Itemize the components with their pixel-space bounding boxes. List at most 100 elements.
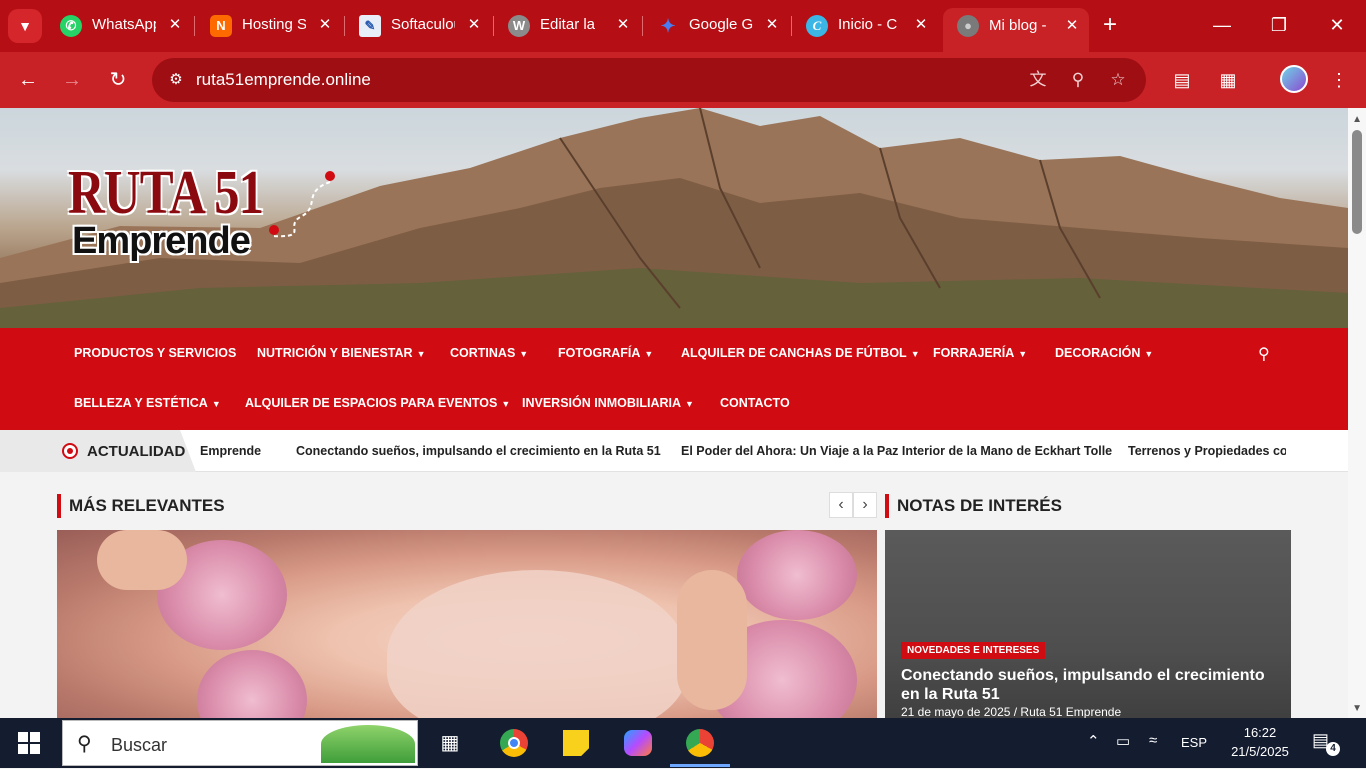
- tab-softaculous[interactable]: ✎ Softaculous ✕: [345, 10, 491, 42]
- profile-avatar[interactable]: [1280, 65, 1308, 93]
- ticker-item[interactable]: Conectando sueños, impulsando el crecimi…: [296, 444, 661, 458]
- close-icon: ✕: [1329, 15, 1345, 35]
- hand-shape: [677, 570, 747, 710]
- search-icon[interactable]: ⚲: [1258, 344, 1270, 364]
- chrome-profile-taskbar-icon[interactable]: [682, 725, 718, 761]
- tab-title: Google G: [689, 16, 753, 33]
- nav-fotografia[interactable]: FOTOGRAFÍA ▼: [558, 346, 653, 360]
- url-text[interactable]: ruta51emprende.online: [196, 70, 371, 90]
- wifi-icon[interactable]: ≈: [1149, 732, 1157, 749]
- search-icon: ⚲: [77, 733, 92, 755]
- caret-down-icon: ▼: [211, 399, 221, 409]
- close-icon[interactable]: ✕: [314, 14, 336, 36]
- nav-nutricion-y-bienestar[interactable]: NUTRICIÓN Y BIENESTAR ▼: [257, 346, 426, 360]
- tab-whatsapp[interactable]: ✆ WhatsApp ✕: [46, 10, 192, 42]
- browser-toolbar: ← → ↻ ⚙ ruta51emprende.online 文 ⚲ ☆ ▤ ▦ …: [0, 52, 1366, 108]
- nav-cortinas[interactable]: CORTINAS ▼: [450, 346, 528, 360]
- notes-card[interactable]: NOVEDADES E INTERESES Conectando sueños,…: [885, 530, 1291, 718]
- close-icon[interactable]: ✕: [761, 14, 783, 36]
- close-icon[interactable]: ✕: [1061, 15, 1083, 37]
- bookmark-star-icon[interactable]: ☆: [1106, 68, 1130, 92]
- site-logo[interactable]: RUTA 51 Emprende: [66, 158, 346, 278]
- header-banner: RUTA 51 Emprende: [0, 108, 1348, 328]
- restore-button[interactable]: ❐: [1259, 10, 1299, 40]
- scroll-thumb[interactable]: [1352, 130, 1362, 234]
- new-tab-button[interactable]: +: [1096, 10, 1124, 40]
- notification-center[interactable]: ▤ 4: [1312, 730, 1340, 756]
- nav-belleza-y-estetica[interactable]: BELLEZA Y ESTÉTICA ▼: [74, 396, 221, 410]
- battery-icon[interactable]: ▭: [1116, 732, 1130, 750]
- caret-down-icon: ▼: [1018, 349, 1028, 359]
- close-icon[interactable]: ✕: [910, 14, 932, 36]
- reload-button[interactable]: ↻: [102, 64, 134, 96]
- minimize-icon: —: [1213, 15, 1231, 35]
- tab-canva[interactable]: C Inicio - C ✕: [792, 10, 938, 42]
- minimize-button[interactable]: —: [1202, 10, 1242, 40]
- tab-mi-blog[interactable]: ● Mi blog - ✕: [943, 8, 1089, 52]
- nav-alquiler-canchas[interactable]: ALQUILER DE CANCHAS DE FÚTBOL ▼: [681, 346, 920, 360]
- nav-inversion-inmobiliaria[interactable]: INVERSIÓN INMOBILIARIA ▼: [522, 396, 694, 410]
- close-icon[interactable]: ✕: [612, 14, 634, 36]
- taskbar-search[interactable]: ⚲ Buscar: [62, 720, 418, 766]
- nav-decoracion[interactable]: DECORACIÓN ▼: [1055, 346, 1153, 360]
- tab-search-button[interactable]: ▼: [8, 9, 42, 43]
- flower-shape: [737, 530, 857, 620]
- sticky-notes-icon[interactable]: [558, 725, 594, 761]
- main-navigation: PRODUCTOS Y SERVICIOS NUTRICIÓN Y BIENES…: [0, 328, 1348, 430]
- logo-line1: RUTA 51: [68, 159, 264, 227]
- translate-icon[interactable]: 文: [1026, 68, 1050, 92]
- copilot-icon[interactable]: [620, 725, 656, 761]
- softaculous-icon: ✎: [359, 15, 381, 37]
- nav-alquiler-espacios[interactable]: ALQUILER DE ESPACIOS PARA EVENTOS ▼: [245, 396, 510, 410]
- close-icon[interactable]: ✕: [463, 14, 485, 36]
- tab-hosting[interactable]: N Hosting S ✕: [196, 10, 342, 42]
- nav-label: FORRAJERÍA: [933, 346, 1015, 360]
- chrome-taskbar-icon[interactable]: [496, 725, 532, 761]
- globe-icon: ●: [957, 15, 979, 37]
- nav-label: INVERSIÓN INMOBILIARIA: [522, 396, 682, 410]
- featured-post-image[interactable]: [57, 530, 877, 718]
- menu-dots-icon[interactable]: ⋮: [1323, 64, 1355, 96]
- caret-down-icon: ▼: [644, 349, 654, 359]
- windows-start-button[interactable]: [18, 732, 40, 754]
- nav-forrajeria[interactable]: FORRAJERÍA ▼: [933, 346, 1027, 360]
- category-badge[interactable]: NOVEDADES E INTERESES: [901, 642, 1046, 659]
- hosting-icon: N: [210, 15, 232, 37]
- forward-button[interactable]: →: [56, 64, 88, 96]
- back-button[interactable]: ←: [12, 64, 44, 96]
- restore-icon: ❐: [1270, 15, 1288, 35]
- tab-title: Mi blog -: [989, 17, 1047, 34]
- ticker-item[interactable]: Terrenos y Propiedades con: [1128, 444, 1286, 458]
- scroll-up-icon[interactable]: ▲: [1352, 114, 1362, 125]
- nav-contacto[interactable]: CONTACTO: [720, 396, 790, 410]
- extension-code-icon[interactable]: ▤: [1166, 64, 1198, 96]
- clock[interactable]: 16:22 21/5/2025: [1224, 723, 1296, 761]
- nav-label: ALQUILER DE ESPACIOS PARA EVENTOS: [245, 396, 498, 410]
- caret-down-icon: ▼: [685, 399, 694, 409]
- windows-taskbar: ⚲ Buscar ▦ ⌃ ▭ ≈ ESP 16:22 21/5/2025 ▤ 4: [0, 718, 1366, 768]
- zoom-icon[interactable]: ⚲: [1066, 68, 1090, 92]
- slider-next-button[interactable]: ›: [853, 492, 877, 518]
- chevron-left-icon: ‹: [838, 496, 844, 513]
- ticker-item[interactable]: El Poder del Ahora: Un Viaje a la Paz In…: [681, 444, 1112, 458]
- address-bar[interactable]: ⚙ ruta51emprende.online 文 ⚲ ☆: [152, 58, 1146, 102]
- tab-wordpress[interactable]: W Editar la ✕: [494, 10, 640, 42]
- chevron-up-icon[interactable]: ⌃: [1087, 732, 1100, 750]
- extensions-puzzle-icon[interactable]: ▦: [1212, 64, 1244, 96]
- language-indicator[interactable]: ESP: [1181, 735, 1207, 750]
- task-view-icon[interactable]: ▦: [432, 725, 468, 761]
- nav-productos-y-servicios[interactable]: PRODUCTOS Y SERVICIOS: [74, 346, 236, 360]
- tab-gemini[interactable]: ✦ Google G ✕: [643, 10, 789, 42]
- caret-down-icon: ▼: [1144, 349, 1154, 359]
- page-scrollbar[interactable]: ▲ ▼: [1348, 108, 1366, 718]
- site-settings-icon[interactable]: ⚙: [164, 68, 188, 92]
- tab-strip: ▼ ✆ WhatsApp ✕ N Hosting S ✕ ✎ Softaculo…: [0, 0, 1366, 52]
- tab-separator: [194, 16, 195, 36]
- close-window-button[interactable]: ✕: [1317, 10, 1357, 40]
- ticker-item[interactable]: Emprende: [200, 444, 261, 458]
- notes-card-title[interactable]: Conectando sueños, impulsando el crecimi…: [901, 666, 1281, 704]
- slider-prev-button[interactable]: ‹: [829, 492, 853, 518]
- close-icon[interactable]: ✕: [164, 14, 186, 36]
- scroll-down-icon[interactable]: ▼: [1352, 703, 1362, 714]
- page-viewport: RUTA 51 Emprende PRODUCTOS Y SERVICIOS N…: [0, 108, 1366, 718]
